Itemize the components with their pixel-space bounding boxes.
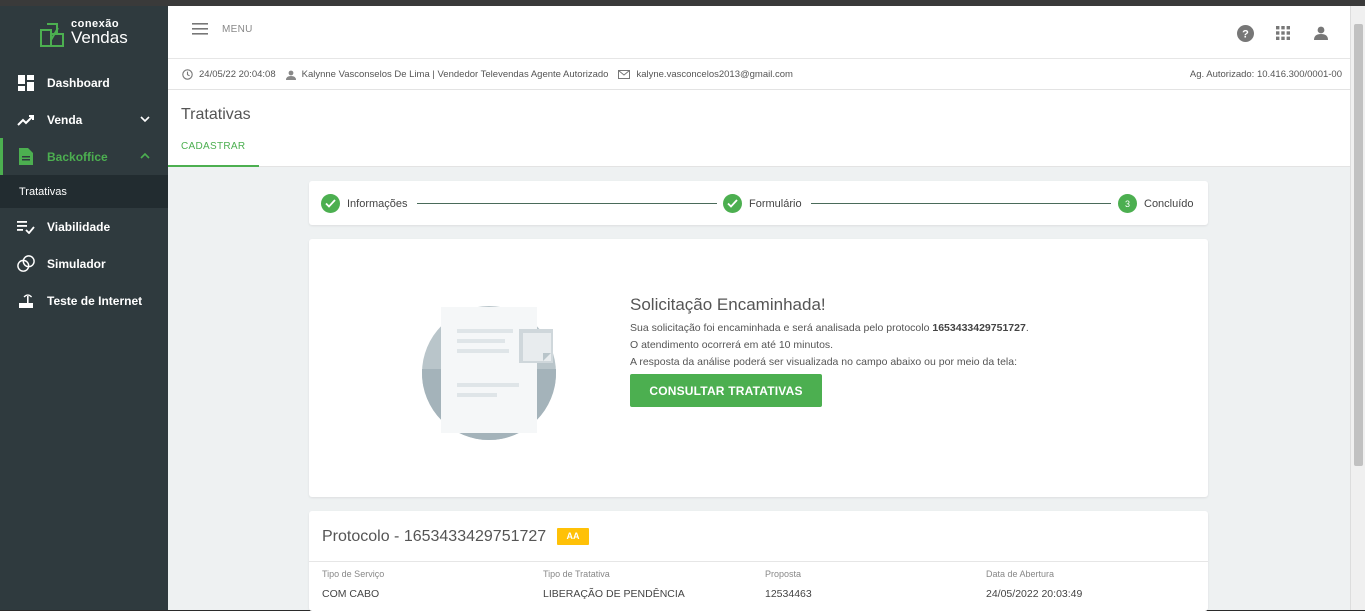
sidebar-item-viabilidade[interactable]: Viabilidade bbox=[0, 208, 168, 245]
sidebar-item-label: Teste de Internet bbox=[47, 293, 143, 308]
person-icon bbox=[285, 70, 296, 80]
check-icon bbox=[723, 194, 742, 213]
logo-mark-icon bbox=[40, 23, 64, 47]
success-line1-text: Sua solicitação foi encaminhada e será a… bbox=[630, 322, 933, 334]
sidebar-item-backoffice[interactable]: Backoffice bbox=[0, 138, 168, 175]
menu-button[interactable]: MENU bbox=[192, 23, 253, 35]
progress-stepper: Informações Formulário 3 Concluído bbox=[309, 181, 1208, 225]
sidebar-item-label: Backoffice bbox=[47, 149, 108, 164]
field-label: Tipo de Serviço bbox=[322, 569, 385, 579]
checklist-icon bbox=[17, 218, 35, 236]
scrollbar-thumb[interactable] bbox=[1354, 24, 1363, 466]
field-label: Data de Abertura bbox=[986, 569, 1055, 579]
success-line3: A resposta da análise poderá ser visuali… bbox=[630, 356, 1017, 368]
success-card: Solicitação Encaminhada! Sua solicitação… bbox=[309, 239, 1208, 497]
user-name-role: Kalynne Vasconselos De Lima | Vendedor T… bbox=[301, 69, 609, 80]
menu-label: MENU bbox=[222, 23, 253, 35]
field-label: Proposta bbox=[765, 569, 802, 579]
user-info-bar: 24/05/22 20:04:08 Kalynne Vasconselos De… bbox=[168, 59, 1350, 90]
sidebar-subitem-tratativas[interactable]: Tratativas bbox=[0, 175, 168, 208]
protocol-number: 1653433429751727 bbox=[932, 322, 1026, 334]
step-label: Informações bbox=[347, 197, 408, 210]
sidebar-item-dashboard[interactable]: Dashboard bbox=[0, 64, 168, 101]
field-value: 12534463 bbox=[765, 588, 812, 600]
success-line2: O atendimento ocorrerá em até 10 minutos… bbox=[630, 339, 834, 351]
mail-icon bbox=[618, 70, 631, 79]
clock-icon bbox=[182, 69, 193, 80]
field-tipo-tratativa: Tipo de Tratativa LIBERAÇÃO DE PENDÊNCIA bbox=[543, 569, 685, 600]
circles-icon bbox=[17, 254, 35, 273]
page-title: Tratativas bbox=[181, 106, 251, 123]
router-icon bbox=[17, 292, 35, 310]
step-label: Concluído bbox=[1144, 197, 1194, 210]
sidebar-item-label: Viabilidade bbox=[47, 219, 111, 234]
hamburger-icon bbox=[192, 23, 208, 35]
agent-id: Ag. Autorizado: 10.416.300/0001-00 bbox=[1189, 69, 1342, 80]
apps-grid-icon[interactable] bbox=[1272, 22, 1294, 44]
page-scrollbar[interactable] bbox=[1350, 6, 1365, 610]
brand-line2: Vendas bbox=[71, 28, 128, 47]
page-header: Tratativas CADASTRAR bbox=[168, 90, 1350, 167]
step-concluido: 3 Concluído bbox=[1118, 194, 1194, 213]
sidebar-item-simulador[interactable]: Simulador bbox=[0, 245, 168, 282]
brand-logo[interactable]: conexão Vendas bbox=[38, 18, 148, 48]
sidebar-nav: Dashboard Venda Backoffice Tratativas Vi… bbox=[0, 64, 168, 319]
sidebar: conexão Vendas Dashboard Venda Backoffic… bbox=[0, 6, 168, 610]
trending-up-icon bbox=[17, 111, 35, 129]
dashboard-icon bbox=[17, 74, 35, 92]
user-email: kalyne.vasconcelos2013@gmail.com bbox=[636, 69, 793, 80]
step-number: 3 bbox=[1118, 194, 1137, 213]
sidebar-item-label: Venda bbox=[47, 112, 83, 127]
help-icon[interactable]: ? bbox=[1234, 22, 1256, 44]
document-sent-illustration bbox=[422, 306, 556, 440]
step-formulario: Formulário bbox=[723, 194, 802, 213]
chevron-up-icon bbox=[140, 152, 150, 159]
header-actions: ? bbox=[1218, 22, 1332, 44]
status-badge: AA bbox=[557, 528, 589, 545]
field-value: 24/05/2022 20:03:49 bbox=[986, 588, 1083, 600]
check-icon bbox=[321, 194, 340, 213]
success-line1-end: . bbox=[1025, 322, 1029, 334]
field-value: LIBERAÇÃO DE PENDÊNCIA bbox=[543, 588, 685, 600]
step-informacoes: Informações bbox=[321, 194, 408, 213]
top-header: MENU ? bbox=[168, 6, 1350, 59]
session-datetime: 24/05/22 20:04:08 bbox=[199, 69, 276, 80]
step-label: Formulário bbox=[749, 197, 802, 210]
document-icon bbox=[17, 148, 35, 166]
user-account-icon[interactable] bbox=[1310, 22, 1332, 44]
field-data-abertura: Data de Abertura 24/05/2022 20:03:49 bbox=[986, 569, 1082, 600]
protocol-card: Protocolo - 1653433429751727 AA Tipo de … bbox=[309, 511, 1208, 611]
consultar-tratativas-button[interactable]: CONSULTAR TRATATIVAS bbox=[630, 374, 822, 407]
step-connector bbox=[417, 203, 717, 204]
success-line1: Sua solicitação foi encaminhada e será a… bbox=[630, 320, 1150, 337]
field-label: Tipo de Tratativa bbox=[543, 569, 610, 579]
chevron-down-icon bbox=[140, 116, 150, 123]
field-proposta: Proposta 12534463 bbox=[765, 569, 812, 600]
field-value: COM CABO bbox=[322, 588, 380, 600]
sidebar-item-teste-internet[interactable]: Teste de Internet bbox=[0, 282, 168, 319]
success-title: Solicitação Encaminhada! bbox=[630, 295, 826, 314]
step-connector bbox=[811, 203, 1111, 204]
tab-cadastrar[interactable]: CADASTRAR bbox=[168, 136, 259, 167]
divider bbox=[309, 561, 1208, 562]
svg-text:?: ? bbox=[1242, 28, 1249, 40]
sidebar-item-label: Dashboard bbox=[47, 75, 110, 90]
protocol-title: Protocolo - 1653433429751727 bbox=[322, 528, 547, 545]
success-message: Solicitação Encaminhada! Sua solicitação… bbox=[630, 295, 1150, 371]
sidebar-item-label: Simulador bbox=[47, 256, 106, 271]
field-tipo-servico: Tipo de Serviço COM CABO bbox=[322, 569, 384, 600]
sidebar-item-venda[interactable]: Venda bbox=[0, 101, 168, 138]
